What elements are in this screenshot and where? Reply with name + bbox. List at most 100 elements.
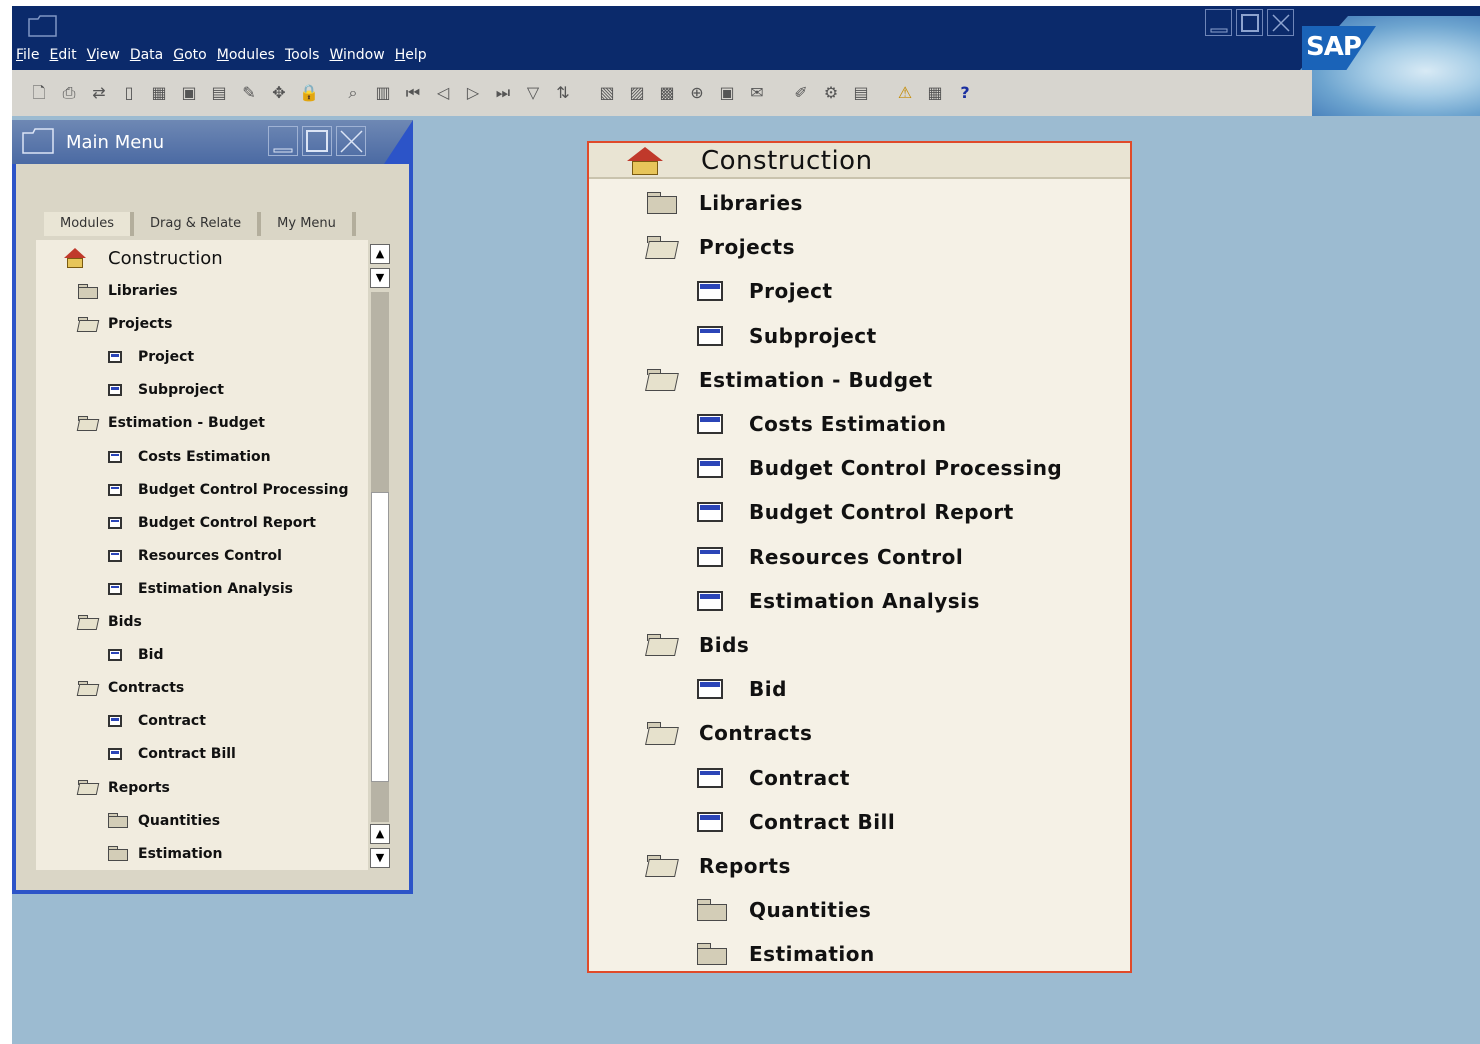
- zoom-tree-item-quantities[interactable]: Quantities: [697, 890, 871, 930]
- zoom-tree-item-libraries[interactable]: Libraries: [647, 183, 803, 223]
- zoom-tree-item-resources-control[interactable]: Resources Control: [697, 537, 963, 577]
- tree-item-libraries[interactable]: Libraries: [78, 276, 178, 306]
- zoom-tree-item-estimation-analysis[interactable]: Estimation Analysis: [697, 581, 980, 621]
- find-icon[interactable]: ⌕: [342, 82, 364, 104]
- tree-item-reports[interactable]: Reports: [78, 773, 170, 803]
- report-icon[interactable]: ▤: [850, 82, 872, 104]
- menu-help[interactable]: Help: [393, 44, 435, 66]
- tab-drag-relate[interactable]: Drag & Relate: [134, 212, 262, 236]
- target-document-icon[interactable]: ▨: [626, 82, 648, 104]
- main-menu-maximize-button[interactable]: [302, 126, 332, 156]
- sort-icon[interactable]: ⇅: [552, 82, 574, 104]
- zoom-tree-item-budget-control-report[interactable]: Budget Control Report: [697, 492, 1014, 532]
- zoom-tree-item-bids[interactable]: Bids: [647, 625, 749, 665]
- form-icon: [108, 450, 122, 463]
- tree-item-estimation-analysis[interactable]: Estimation Analysis: [108, 574, 293, 604]
- next-record-icon[interactable]: ▷: [462, 82, 484, 104]
- tree-item-quantities[interactable]: Quantities: [108, 806, 220, 836]
- menu-modules[interactable]: Modules: [215, 44, 283, 66]
- scroll-page-down-button[interactable]: ▼: [370, 268, 390, 288]
- scroll-page-up-button[interactable]: ▲: [370, 824, 390, 844]
- zoom-tree-item-costs-estimation[interactable]: Costs Estimation: [697, 404, 946, 444]
- tree-item-label: Libraries: [699, 191, 803, 215]
- house-icon: [627, 147, 663, 175]
- tree-item-bids[interactable]: Bids: [78, 607, 142, 637]
- scroll-track-top[interactable]: [371, 292, 389, 492]
- main-menu-close-button[interactable]: [336, 126, 366, 156]
- edit-icon[interactable]: ✐: [790, 82, 812, 104]
- maximize-button[interactable]: [1236, 9, 1263, 36]
- settings-icon[interactable]: ⚙: [820, 82, 842, 104]
- preview-icon[interactable]: 🗋: [28, 82, 50, 104]
- draft-icon[interactable]: ✎: [238, 82, 260, 104]
- tree-item-contract-bill[interactable]: Contract Bill: [108, 739, 236, 769]
- tree-item-label: Subproject: [749, 323, 877, 348]
- menu-file[interactable]: File: [14, 44, 47, 66]
- first-record-icon[interactable]: ⏮: [402, 82, 424, 104]
- zoom-tree-item-projects[interactable]: Projects: [647, 227, 795, 267]
- zoom-tree-item-subproject[interactable]: Subproject: [697, 316, 877, 356]
- tree-item-estimation[interactable]: Estimation: [108, 839, 223, 869]
- close-button[interactable]: [1267, 9, 1294, 36]
- calendar-icon[interactable]: ▦: [924, 82, 946, 104]
- calculator-icon[interactable]: ▦: [148, 82, 170, 104]
- payment-icon[interactable]: ⊕: [686, 82, 708, 104]
- menu-edit[interactable]: Edit: [47, 44, 84, 66]
- last-record-icon[interactable]: ⏭: [492, 82, 514, 104]
- find-next-icon[interactable]: ▥: [372, 82, 394, 104]
- zoom-tree-item-contract-bill[interactable]: Contract Bill: [697, 802, 895, 842]
- help-icon[interactable]: ?: [954, 82, 976, 104]
- zoom-tree-item-contract[interactable]: Contract: [697, 758, 850, 798]
- zoom-tree-item-bid[interactable]: Bid: [697, 669, 787, 709]
- excel-icon[interactable]: ▣: [178, 82, 200, 104]
- tree-item-project[interactable]: Project: [108, 342, 194, 372]
- tree-item-contracts[interactable]: Contracts: [78, 673, 184, 703]
- base-document-icon[interactable]: ▧: [596, 82, 618, 104]
- zoom-tree-root-construction[interactable]: Construction: [627, 141, 873, 181]
- menu-view[interactable]: View: [85, 44, 128, 66]
- scroll-track-bottom[interactable]: [371, 782, 389, 822]
- scroll-down-button[interactable]: ▼: [370, 848, 390, 868]
- alert-icon[interactable]: ⚠: [894, 82, 916, 104]
- zoom-tree-item-reports[interactable]: Reports: [647, 846, 791, 886]
- tree-item-resources-control[interactable]: Resources Control: [108, 541, 282, 571]
- filter-icon[interactable]: ▽: [522, 82, 544, 104]
- scroll-thumb[interactable]: [371, 492, 389, 782]
- lock-icon[interactable]: 🔒: [298, 82, 320, 104]
- previous-record-icon[interactable]: ◁: [432, 82, 454, 104]
- tree-item-budget-control-report[interactable]: Budget Control Report: [108, 508, 316, 538]
- tree-item-label: Subproject: [138, 382, 224, 399]
- zoom-tree-item-budget-control-processing[interactable]: Budget Control Processing: [697, 448, 1062, 488]
- tree-item-estimation-budget[interactable]: Estimation - Budget: [78, 408, 265, 438]
- menu-window[interactable]: Window: [327, 44, 392, 66]
- mobile-icon[interactable]: ▯: [118, 82, 140, 104]
- tree-item-subproject[interactable]: Subproject: [108, 375, 224, 405]
- scroll-up-button[interactable]: ▲: [370, 244, 390, 264]
- zoom-tree-item-estimation[interactable]: Estimation: [697, 934, 875, 974]
- minimize-button[interactable]: [1205, 9, 1232, 36]
- tab-modules[interactable]: Modules: [44, 212, 135, 236]
- tree-item-bid[interactable]: Bid: [108, 640, 164, 670]
- connect-icon[interactable]: ⇄: [88, 82, 110, 104]
- zoom-tree-item-contracts[interactable]: Contracts: [647, 713, 812, 753]
- message-icon[interactable]: ✉: [746, 82, 768, 104]
- word-icon[interactable]: ▤: [208, 82, 230, 104]
- zoom-tree-item-project[interactable]: Project: [697, 271, 833, 311]
- main-menu-header[interactable]: Main Menu: [12, 120, 413, 164]
- zoom-tree-item-estimation-budget[interactable]: Estimation - Budget: [647, 360, 933, 400]
- transaction-journal-icon[interactable]: ▩: [656, 82, 678, 104]
- tree-scrollbar[interactable]: ▲ ▼ ▲ ▼: [370, 242, 390, 868]
- menu-tools[interactable]: Tools: [283, 44, 328, 66]
- main-menu-minimize-button[interactable]: [268, 126, 298, 156]
- gross-profit-icon[interactable]: ▣: [716, 82, 738, 104]
- move-icon[interactable]: ✥: [268, 82, 290, 104]
- tree-item-budget-control-processing[interactable]: Budget Control Processing: [108, 475, 349, 505]
- tree-root-construction[interactable]: Construction: [64, 243, 223, 273]
- tab-my-menu[interactable]: My Menu: [261, 212, 356, 236]
- menu-goto[interactable]: Goto: [171, 44, 214, 66]
- tree-item-contract[interactable]: Contract: [108, 706, 206, 736]
- print-icon[interactable]: ⎙: [58, 82, 80, 104]
- tree-item-projects[interactable]: Projects: [78, 309, 172, 339]
- menu-data[interactable]: Data: [128, 44, 171, 66]
- tree-item-costs-estimation[interactable]: Costs Estimation: [108, 442, 271, 472]
